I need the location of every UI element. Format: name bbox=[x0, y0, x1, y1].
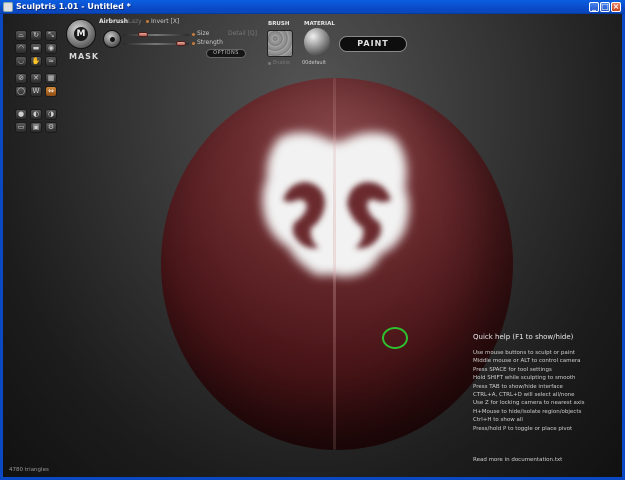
strength-slider-handle[interactable] bbox=[176, 41, 186, 46]
settings-icon[interactable]: ⚙ bbox=[45, 122, 57, 133]
size-slider-handle[interactable] bbox=[138, 32, 148, 37]
flatten-icon[interactable]: ▬ bbox=[30, 43, 42, 54]
size-indicator bbox=[192, 33, 195, 36]
wireframe-icon[interactable]: ▦ bbox=[45, 73, 57, 84]
mask-button[interactable]: M bbox=[66, 19, 96, 49]
strength-indicator bbox=[192, 42, 195, 45]
open-icon[interactable]: ▭ bbox=[15, 122, 27, 133]
help-line: Press/hold P to toggle or place pivot bbox=[473, 425, 573, 432]
material-name: 00default bbox=[302, 60, 326, 66]
inflate-icon[interactable]: ◉ bbox=[45, 43, 57, 54]
reduce-brush-icon[interactable]: ⊘ bbox=[15, 73, 27, 84]
minimize-button[interactable]: _ bbox=[589, 2, 599, 12]
quick-help-title: Quick help (F1 to show/hide) bbox=[473, 333, 574, 341]
help-line: Middle mouse or ALT to control camera bbox=[473, 358, 581, 365]
help-line: CTRL+A, CTRL+D will select all/none bbox=[473, 392, 575, 399]
help-footer: Read more in documentation.txt bbox=[473, 457, 563, 463]
airbrush-toggle[interactable]: Airbrush bbox=[99, 18, 128, 25]
save-icon[interactable]: ▣ bbox=[30, 122, 42, 133]
help-line: Hold SHIFT while sculpting to smooth bbox=[473, 375, 576, 382]
help-line: Use Z for locking camera to nearest axis bbox=[473, 400, 585, 407]
invert-indicator bbox=[146, 20, 149, 23]
help-line: Press TAB to show/hide interface bbox=[473, 383, 563, 390]
brush-mode-knob[interactable] bbox=[103, 30, 121, 48]
help-line: Use mouse buttons to sculpt or paint bbox=[473, 350, 575, 356]
material-preview[interactable] bbox=[304, 28, 330, 56]
brush-preview[interactable] bbox=[267, 30, 293, 57]
import-icon[interactable]: ◐ bbox=[30, 109, 42, 120]
export-icon[interactable]: ◑ bbox=[45, 109, 57, 120]
app-icon bbox=[3, 2, 13, 12]
lazy-toggle[interactable]: Lazy bbox=[128, 18, 142, 25]
crease-icon[interactable]: ⌓ bbox=[15, 30, 27, 41]
paint-toggle-icon[interactable]: ⇔ bbox=[45, 86, 57, 97]
help-line: Ctrl+H to show all bbox=[473, 417, 523, 424]
brush-heading: BRUSH bbox=[268, 21, 290, 27]
close-button[interactable]: × bbox=[611, 2, 621, 12]
strength-label: Strength bbox=[197, 39, 223, 46]
window-title: Sculptris 1.01 - Untitled * bbox=[16, 2, 131, 11]
rotate-icon[interactable]: ↻ bbox=[30, 30, 42, 41]
mask-glyph: M bbox=[74, 27, 88, 41]
brush-enable-indicator bbox=[268, 62, 271, 65]
title-bar: Sculptris 1.01 - Untitled * _ □ × bbox=[0, 0, 625, 14]
options-button[interactable]: OPTIONS bbox=[206, 49, 246, 58]
smooth-icon[interactable]: ≈ bbox=[45, 56, 57, 67]
pinch-icon[interactable]: ◡ bbox=[15, 56, 27, 67]
size-slider-track[interactable] bbox=[123, 34, 189, 36]
new-object-icon[interactable]: W bbox=[30, 86, 42, 97]
invert-toggle[interactable]: Invert [X] bbox=[151, 18, 179, 25]
brush-enable-toggle[interactable]: Enable bbox=[273, 60, 290, 66]
help-line: H+Mouse to hide/isolate region/objects bbox=[473, 408, 582, 415]
detail-toggle[interactable]: Detail [Q] bbox=[228, 30, 257, 37]
help-line: Press SPACE for tool settings bbox=[473, 366, 552, 373]
maximize-button[interactable]: □ bbox=[600, 2, 610, 12]
triangle-count: 4780 triangles bbox=[9, 467, 49, 473]
sphere-icon[interactable]: ◯ bbox=[15, 86, 27, 97]
paint-button[interactable]: PAINT bbox=[339, 36, 407, 52]
draw-icon[interactable]: ◠ bbox=[15, 43, 27, 54]
mask-label: MASK bbox=[69, 52, 100, 61]
grab-icon[interactable]: ✋ bbox=[30, 56, 42, 67]
size-label: Size bbox=[197, 30, 210, 37]
sculpt-sphere[interactable] bbox=[161, 78, 513, 450]
symmetry-icon[interactable]: ✕ bbox=[30, 73, 42, 84]
brush-cursor bbox=[382, 327, 408, 349]
material-heading: MATERIAL bbox=[304, 21, 335, 27]
scale-icon[interactable]: ⤡ bbox=[45, 30, 57, 41]
camera-icon[interactable]: ● bbox=[15, 109, 27, 120]
symmetry-seam bbox=[333, 78, 336, 450]
quick-help-panel: Quick help (F1 to show/hide) Use mouse b… bbox=[473, 333, 613, 433]
